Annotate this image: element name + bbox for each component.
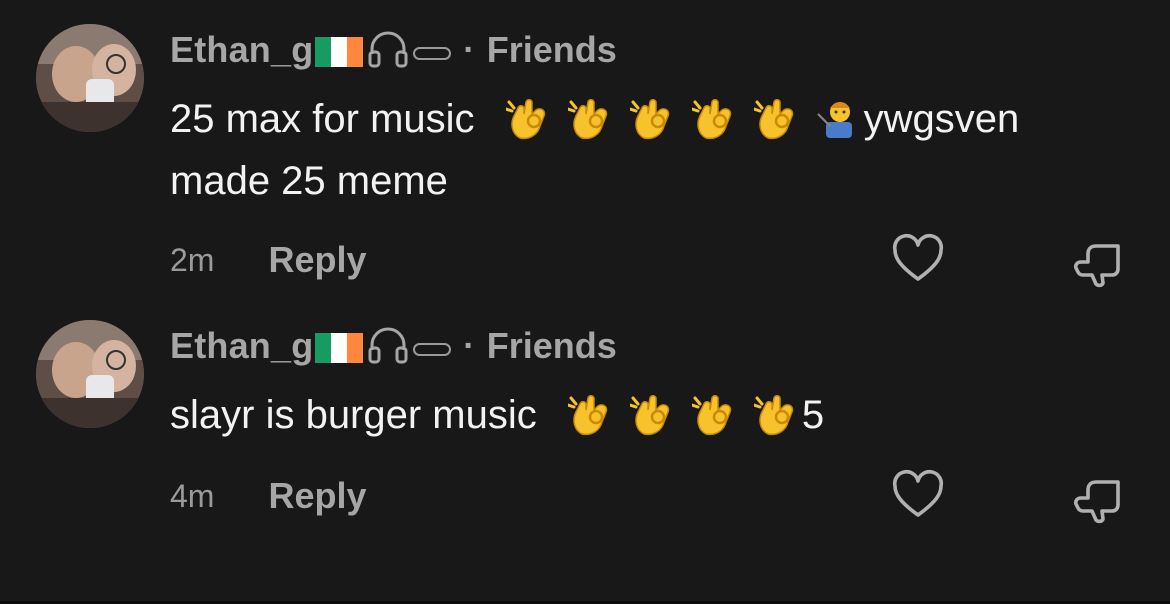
ok-hand-emoji [629,390,676,436]
thumbs-down-icon[interactable] [1070,232,1126,288]
ok-hand-emoji [691,390,738,436]
ok-hand-emoji-row [567,390,816,437]
ok-hand-emoji [505,94,552,140]
ireland-flag-icon [315,37,364,67]
separator-dot: · [463,326,475,365]
heart-icon[interactable] [890,232,946,288]
timestamp: 4m [170,477,215,514]
ok-hand-emoji [753,94,800,140]
teacher-emoji [816,94,862,140]
ok-hand-emoji [567,94,614,140]
heart-icon[interactable] [890,468,946,524]
ok-hand-emoji-row [505,94,816,141]
pill-toggle-icon [413,46,452,60]
reply-button[interactable]: Reply [268,475,366,517]
reply-button[interactable]: Reply [268,239,366,281]
thumbs-down-icon[interactable] [1070,468,1126,524]
comment-header: Ethan_g · Friends [170,324,617,368]
comment-meta: 4m Reply [170,474,367,518]
comment-text: slayr is burger music 5 [170,384,824,446]
ok-hand-emoji [753,390,800,436]
comment-text-line1: slayr is burger music [170,393,537,437]
pill-toggle-icon [413,342,452,356]
headphones-icon [367,326,409,371]
comment-text: 25 max for music ywgsven made 25 meme [170,88,1019,212]
comment-meta: 2m Reply [170,238,367,282]
mention-text[interactable]: ywgsven [864,97,1020,141]
ok-hand-emoji [567,390,614,436]
avatar[interactable] [36,24,144,132]
comment-text-line1: 25 max for music [170,97,475,141]
separator-dot: · [463,30,475,69]
comment-text-line2: made 25 meme [170,159,448,203]
username[interactable]: Ethan_g [170,29,313,71]
timestamp: 2m [170,241,215,278]
trailing-text: 5 [801,393,825,437]
avatar[interactable] [36,320,144,428]
ireland-flag-icon [315,333,364,363]
username[interactable]: Ethan_g [170,325,313,367]
ok-hand-emoji [691,94,738,140]
ok-hand-emoji [629,94,676,140]
friends-label: Friends [486,29,617,70]
headphones-icon [367,30,409,75]
comments-screen: Ethan_g · Friends 25 max for music ywgsv… [0,0,1170,604]
comment-header: Ethan_g · Friends [170,28,617,72]
friends-label: Friends [486,325,617,366]
